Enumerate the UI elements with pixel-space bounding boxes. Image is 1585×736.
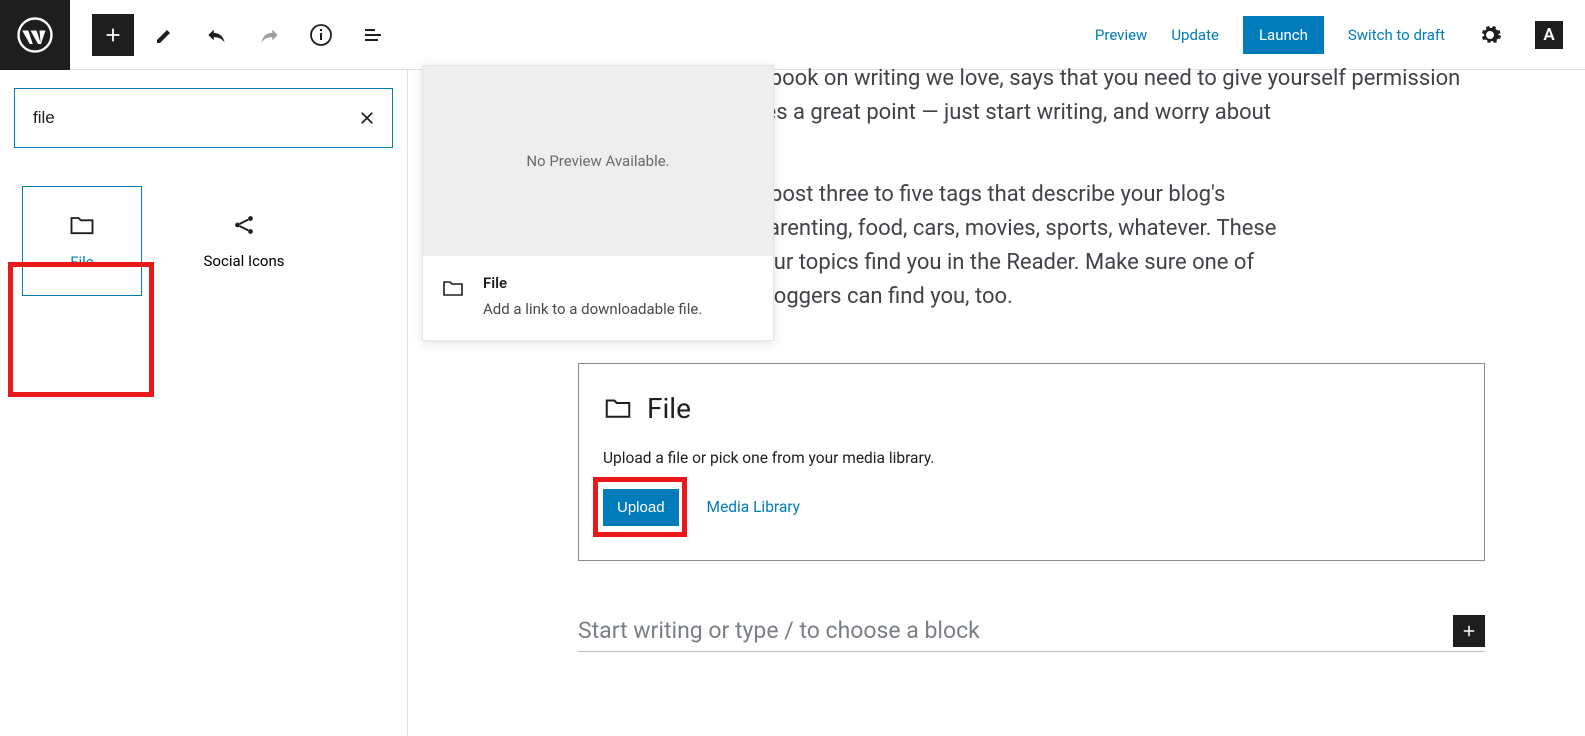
media-library-link[interactable]: Media Library (707, 498, 800, 516)
block-item-file[interactable]: File (22, 186, 142, 296)
update-link[interactable]: Update (1171, 26, 1219, 44)
block-search[interactable] (14, 88, 393, 148)
wordpress-logo[interactable] (0, 0, 70, 70)
file-block-title: File (647, 392, 691, 425)
block-item-social-icons[interactable]: Social Icons (184, 186, 304, 296)
info-icon (309, 23, 333, 47)
preview-link[interactable]: Preview (1095, 26, 1147, 44)
folder-icon (603, 393, 633, 423)
redo-icon (256, 22, 282, 48)
close-icon (358, 109, 376, 127)
settings-button[interactable] (1469, 14, 1511, 56)
undo-icon (204, 22, 230, 48)
block-results: File Social Icons (14, 186, 393, 296)
clear-search-button[interactable] (358, 109, 376, 127)
topbar-right-tools: Preview Update Launch Switch to draft A (1095, 14, 1585, 56)
file-block-placeholder[interactable]: File Upload a file or pick one from your… (578, 363, 1485, 561)
file-block-subtitle: Upload a file or pick one from your medi… (603, 449, 1460, 467)
block-item-label: Social Icons (204, 252, 285, 270)
topbar-left-tools (70, 14, 394, 56)
block-preview-card: No Preview Available. File Add a link to… (422, 65, 774, 341)
add-block-button[interactable] (1453, 615, 1485, 647)
block-search-input[interactable] (31, 107, 358, 129)
plus-icon (1460, 622, 1478, 640)
block-preview-desc: Add a link to a downloadable file. (483, 300, 702, 318)
launch-button[interactable]: Launch (1243, 16, 1324, 54)
upload-button[interactable]: Upload (603, 489, 679, 526)
info-button[interactable] (300, 14, 342, 56)
edit-mode-button[interactable] (144, 14, 186, 56)
list-icon (361, 23, 385, 47)
block-preview-thumbnail: No Preview Available. (423, 66, 773, 256)
pencil-icon (153, 23, 177, 47)
editor-topbar: Preview Update Launch Switch to draft A (0, 0, 1585, 70)
block-preview-title: File (483, 274, 702, 292)
gear-icon (1478, 23, 1502, 47)
redo-button[interactable] (248, 14, 290, 56)
share-icon (231, 212, 257, 238)
letter-a-icon: A (1543, 25, 1554, 45)
folder-icon (68, 211, 96, 239)
wordpress-icon (17, 17, 53, 53)
jetpack-toggle[interactable]: A (1535, 21, 1563, 49)
appender-placeholder[interactable]: Start writing or type / to choose a bloc… (578, 615, 1453, 646)
add-block-toggle[interactable] (92, 14, 134, 56)
outline-button[interactable] (352, 14, 394, 56)
undo-button[interactable] (196, 14, 238, 56)
block-item-label: File (70, 253, 94, 271)
folder-icon (441, 276, 465, 300)
switch-draft-link[interactable]: Switch to draft (1348, 26, 1445, 44)
inserter-sidebar: File Social Icons (0, 70, 408, 736)
plus-icon (102, 24, 124, 46)
default-block-appender[interactable]: Start writing or type / to choose a bloc… (578, 615, 1485, 652)
